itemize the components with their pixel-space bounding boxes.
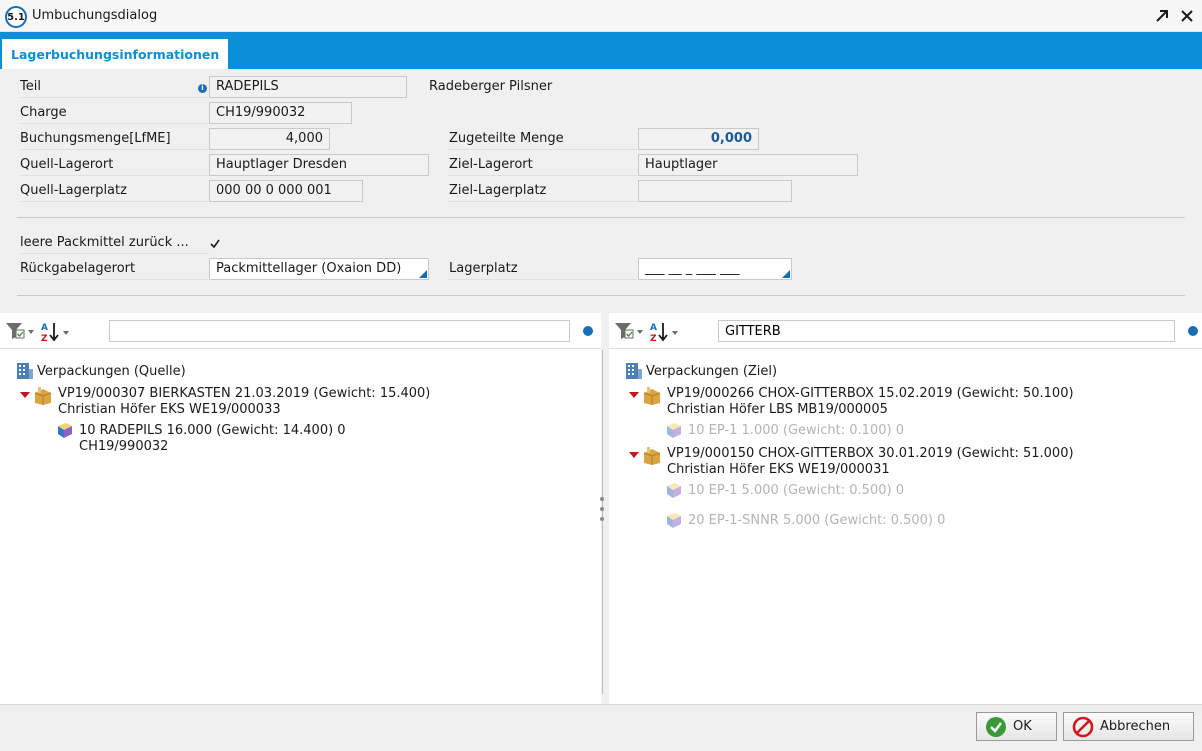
ok-button-label: OK <box>1013 719 1032 734</box>
filter-button[interactable] <box>614 321 644 345</box>
buchungsmenge-label: Buchungsmenge[LfME] <box>20 128 208 150</box>
source-root-label[interactable]: Verpackungen (Quelle) <box>37 364 186 380</box>
collapse-triangle-icon[interactable] <box>629 452 639 458</box>
cancel-button-label: Abbrechen <box>1100 719 1171 734</box>
tree-item-article[interactable]: 10 RADEPILS 16.000 (Gewicht: 14.400) 0 C… <box>79 423 346 455</box>
arrow-up-right-icon <box>1156 10 1168 22</box>
form-area: Teil i RADEPILS Radeberger Pilsner Charg… <box>0 69 1202 313</box>
tree-item-article[interactable]: 20 EP-1-SNNR 5.000 (Gewicht: 0.500) 0 <box>688 513 945 529</box>
target-panel: A Z Verpackungen (Ziel) VP19/000266 CHOX… <box>609 313 1202 704</box>
window-title: Umbuchungsdialog <box>32 8 158 23</box>
ziel-lagerplatz-label: Ziel-Lagerplatz <box>449 180 637 202</box>
collapse-triangle-icon[interactable] <box>629 392 639 398</box>
close-window-button[interactable] <box>1175 4 1199 28</box>
article-cube-icon <box>667 423 681 438</box>
sort-az-icon: A Z <box>650 323 678 344</box>
info-icon[interactable]: i <box>198 84 207 93</box>
sort-az-icon: A Z <box>41 323 69 344</box>
splitter-grip-dot[interactable] <box>600 497 604 501</box>
ziel-lagerplatz-field[interactable] <box>638 180 792 202</box>
splitter-grip-dot[interactable] <box>600 507 604 511</box>
title-bar: 5.1 Umbuchungsdialog <box>0 0 1202 32</box>
tree-item-article[interactable]: 10 EP-1 5.000 (Gewicht: 0.500) 0 <box>688 483 904 499</box>
tree-item-article[interactable]: 10 EP-1 1.000 (Gewicht: 0.100) 0 <box>688 423 904 439</box>
source-toolbar: A Z <box>0 313 601 349</box>
lagerplatz-select[interactable]: ___ __ _ ___ ___ <box>638 258 792 280</box>
box-icon <box>643 447 661 465</box>
target-root-label[interactable]: Verpackungen (Ziel) <box>646 364 777 380</box>
sort-button[interactable]: A Z <box>40 321 72 347</box>
splitter-line <box>602 350 603 694</box>
article-cube-icon <box>667 513 681 528</box>
article-cube-icon <box>667 483 681 498</box>
source-panel: A Z Verpackungen (Quelle) VP19/000307 BI… <box>0 313 601 704</box>
source-search-input[interactable] <box>109 320 570 342</box>
buchungsmenge-field[interactable]: 4,000 <box>209 128 330 150</box>
splitter-grip-dot[interactable] <box>600 517 604 521</box>
tree-item-package[interactable]: VP19/000150 CHOX-GITTERBOX 30.01.2019 (G… <box>667 446 1074 478</box>
form-separator <box>17 217 1185 218</box>
cancel-icon <box>1072 716 1094 737</box>
zugeteilte-menge-field: 0,000 <box>638 128 759 150</box>
svg-text:A: A <box>41 323 48 333</box>
charge-label: Charge <box>20 102 208 124</box>
close-icon <box>1181 10 1193 22</box>
packmittel-label: leere Packmittel zurück ... <box>20 232 208 254</box>
ok-button[interactable]: OK <box>976 712 1057 741</box>
teil-label: Teil <box>20 76 208 98</box>
article-cube-icon <box>58 423 72 438</box>
filter-icon <box>6 323 34 339</box>
rueckgabelagerort-select[interactable]: Packmittellager (Oxaion DD) <box>209 258 429 280</box>
rueckgabelagerort-label: Rückgabelagerort <box>20 258 208 280</box>
tree-item-package[interactable]: VP19/000307 BIERKASTEN 21.03.2019 (Gewic… <box>58 386 430 418</box>
checkmark-icon <box>210 239 220 249</box>
tree-item-package[interactable]: VP19/000266 CHOX-GITTERBOX 15.02.2019 (G… <box>667 386 1074 418</box>
lagerplatz-label: Lagerplatz <box>449 258 637 280</box>
source-status-dot[interactable] <box>583 326 593 336</box>
box-icon <box>34 387 52 405</box>
cancel-button[interactable]: Abbrechen <box>1063 712 1194 741</box>
target-toolbar: A Z <box>609 313 1202 349</box>
svg-text:Z: Z <box>650 334 657 343</box>
ziel-lagerort-field[interactable]: Hauptlager <box>638 154 858 176</box>
building-icon <box>626 363 642 379</box>
app-badge-icon: 5.1 <box>5 6 27 28</box>
quell-lagerplatz-field[interactable]: 000 00 0 000 001 <box>209 180 363 202</box>
dialog-footer: OK Abbrechen <box>0 704 1202 751</box>
teil-field[interactable]: RADEPILS <box>209 76 407 98</box>
zugeteilte-menge-label: Zugeteilte Menge <box>449 128 637 150</box>
ziel-lagerort-label: Ziel-Lagerort <box>449 154 637 176</box>
svg-text:Z: Z <box>41 334 48 343</box>
building-icon <box>17 363 33 379</box>
quell-lagerort-label: Quell-Lagerort <box>20 154 208 176</box>
sort-button[interactable]: A Z <box>649 321 681 347</box>
collapse-triangle-icon[interactable] <box>20 392 30 398</box>
charge-field[interactable]: CH19/990032 <box>209 102 352 124</box>
quell-lagerplatz-label: Quell-Lagerplatz <box>20 180 208 202</box>
tab-lagerbuchungsinformationen[interactable]: Lagerbuchungsinformationen <box>2 39 229 69</box>
svg-text:A: A <box>650 323 657 333</box>
box-icon <box>643 387 661 405</box>
target-status-dot[interactable] <box>1188 326 1198 336</box>
form-separator-bottom <box>17 295 1185 296</box>
teil-description: Radeberger Pilsner <box>429 79 553 94</box>
check-circle-icon <box>986 716 1006 737</box>
target-search-input[interactable] <box>718 320 1175 342</box>
restore-window-button[interactable] <box>1150 4 1174 28</box>
quell-lagerort-field[interactable]: Hauptlager Dresden <box>209 154 429 176</box>
tab-bar: Lagerbuchungsinformationen <box>0 32 1202 69</box>
filter-icon <box>615 323 643 339</box>
packmittel-checkbox[interactable] <box>208 237 222 251</box>
filter-button[interactable] <box>5 321 35 345</box>
